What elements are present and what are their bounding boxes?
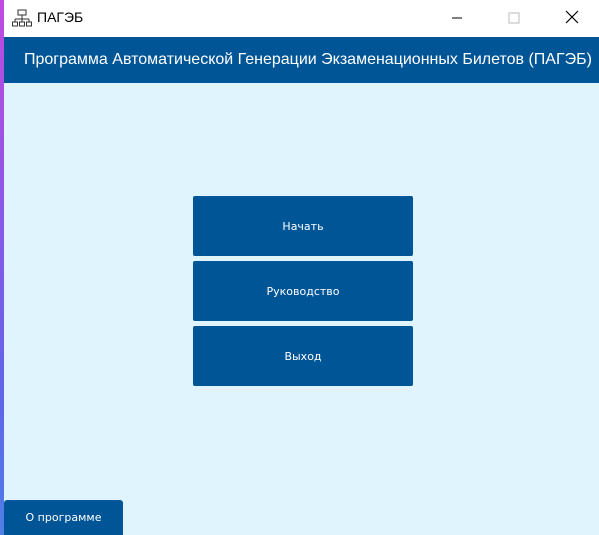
guide-button[interactable]: Руководство xyxy=(193,261,413,321)
close-icon xyxy=(565,9,579,28)
header-title: Программа Автоматической Генерации Экзам… xyxy=(24,51,592,68)
app-header: Программа Автоматической Генерации Экзам… xyxy=(4,37,599,83)
exit-button[interactable]: Выход xyxy=(193,326,413,386)
start-button[interactable]: Начать xyxy=(193,196,413,256)
app-window: ПАГЭБ Программа Автоматической Генерации… xyxy=(4,0,599,535)
title-bar[interactable]: ПАГЭБ xyxy=(4,0,599,37)
minimize-icon xyxy=(451,9,463,28)
close-button[interactable] xyxy=(549,0,595,37)
network-computers-icon xyxy=(12,9,32,29)
main-content: Начать Руководство Выход О программе xyxy=(4,83,599,535)
minimize-button[interactable] xyxy=(434,0,480,37)
window-title: ПАГЭБ xyxy=(37,9,84,25)
maximize-icon xyxy=(508,9,520,28)
maximize-button[interactable] xyxy=(491,0,537,37)
about-button[interactable]: О программе xyxy=(4,500,123,535)
